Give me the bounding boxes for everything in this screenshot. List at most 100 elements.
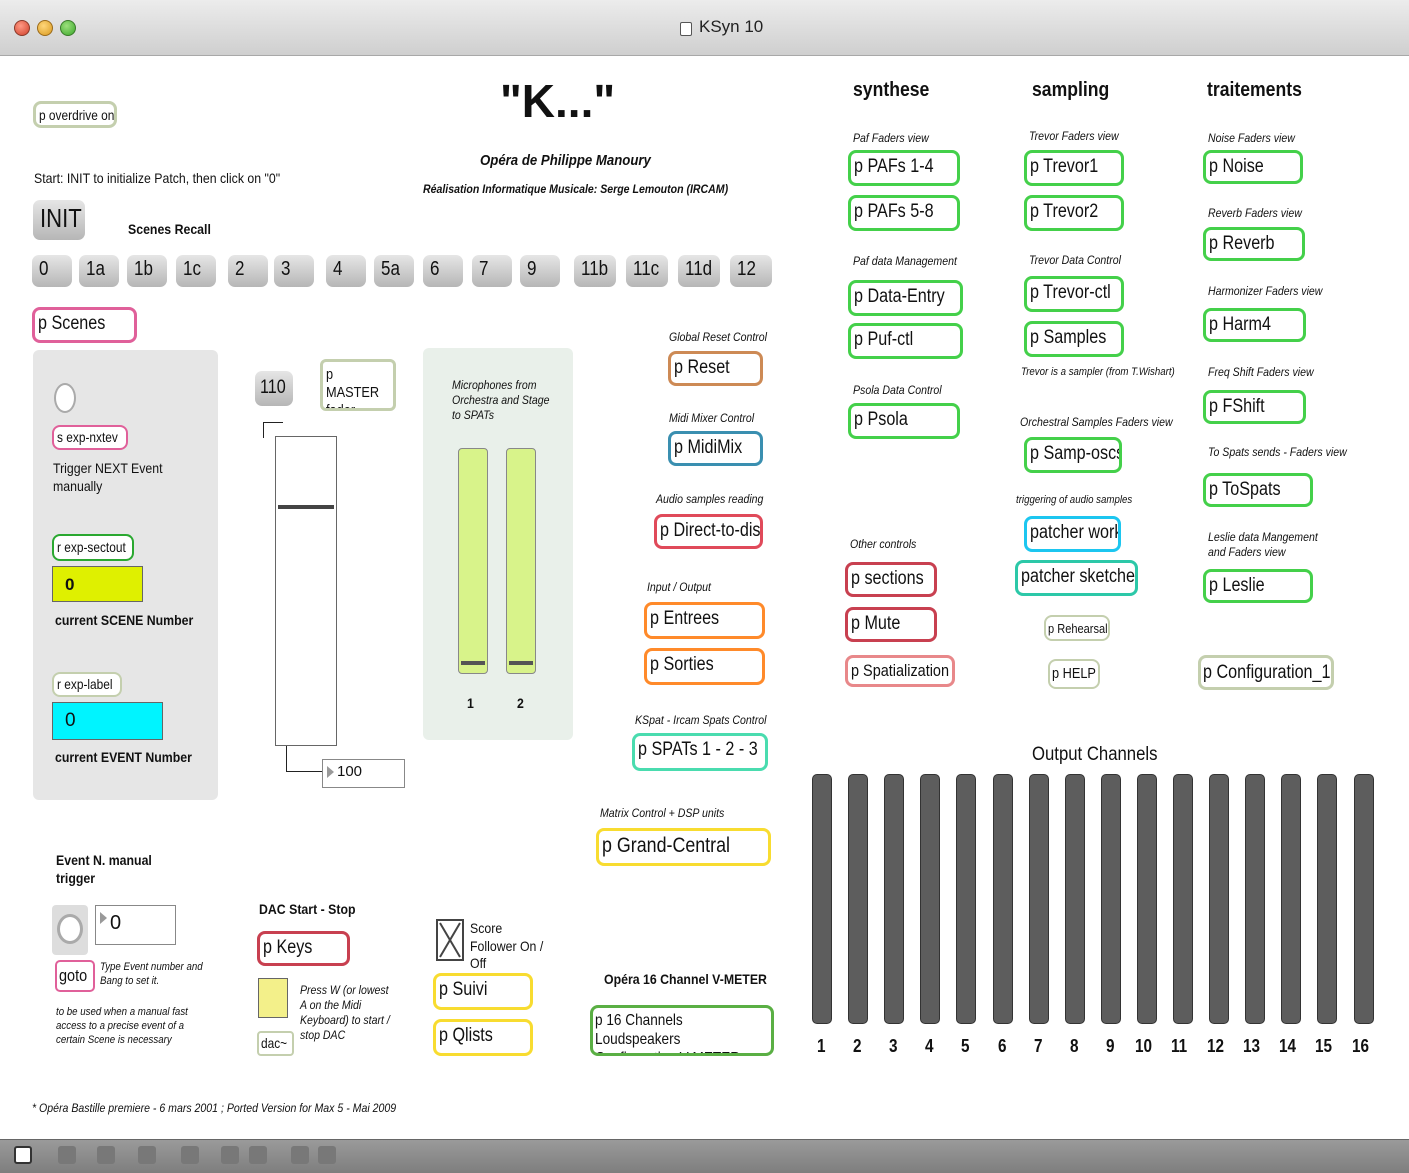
master-value-message[interactable]: 110 xyxy=(255,371,293,406)
scene-recall-label: 4 xyxy=(333,258,343,280)
init-button[interactable]: INIT xyxy=(33,200,85,240)
mic-2-level-slider[interactable] xyxy=(506,448,536,674)
p-rehearsal-button[interactable]: p Rehearsal xyxy=(1044,615,1110,641)
p-mute-button[interactable]: p Mute xyxy=(845,607,937,642)
p-suivi-button[interactable]: p Suivi xyxy=(433,973,533,1010)
p-psola-button[interactable]: p Psola xyxy=(848,403,960,439)
p-trevor-ctl-button[interactable]: p Trevor-ctl xyxy=(1024,276,1124,312)
output-channel-meter-3[interactable] xyxy=(884,774,905,1024)
p-help-button[interactable]: p HELP xyxy=(1048,659,1100,689)
patcher-sketches-button[interactable]: patcher sketches xyxy=(1015,560,1138,596)
p-trevor1-button[interactable]: p Trevor1 xyxy=(1024,150,1124,186)
palette-icon[interactable] xyxy=(291,1146,309,1164)
p-direct-to-disk-button[interactable]: p Direct-to-disk xyxy=(654,514,763,549)
p-keys-button[interactable]: p Keys xyxy=(257,931,350,966)
p-grand-central-button[interactable]: p Grand-Central xyxy=(596,828,771,866)
p-puf-ctl-button[interactable]: p Puf-ctl xyxy=(848,323,963,359)
p-vmeter-button[interactable]: p 16 Channels Loudspeakers Configuration… xyxy=(590,1005,774,1056)
scene-recall-label: 11b xyxy=(581,258,609,280)
scene-recall-button-4[interactable]: 4 xyxy=(326,255,366,287)
output-channel-meter-2[interactable] xyxy=(848,774,869,1024)
paf-faders-caption: Paf Faders view xyxy=(853,131,929,145)
output-channel-meter-6[interactable] xyxy=(992,774,1013,1024)
scene-recall-button-11c[interactable]: 11c xyxy=(626,255,668,287)
output-channel-meter-1[interactable] xyxy=(812,774,832,1024)
output-channel-meter-11[interactable] xyxy=(1173,774,1193,1024)
p-data-entry-button[interactable]: p Data-Entry xyxy=(848,280,963,316)
close-window-button[interactable] xyxy=(14,20,30,36)
dac-toggle[interactable] xyxy=(258,978,288,1018)
p-overdrive-button[interactable]: p overdrive on xyxy=(33,101,117,128)
plus-icon[interactable] xyxy=(58,1146,76,1164)
p-midimix-button[interactable]: p MidiMix xyxy=(668,431,763,466)
p-pafs-1-4-button[interactable]: p PAFs 1-4 xyxy=(848,150,960,186)
master-fader-number-box[interactable]: 100 xyxy=(322,759,405,788)
p-samp-oscs-button[interactable]: p Samp-oscs xyxy=(1024,437,1122,473)
p-spats-button[interactable]: p SPATs 1 - 2 - 3 xyxy=(632,733,768,771)
master-fader-thumb[interactable] xyxy=(278,505,334,509)
scene-recall-button-11d[interactable]: 11d xyxy=(678,255,720,287)
scene-recall-button-2[interactable]: 2 xyxy=(228,255,268,287)
p-leslie-button[interactable]: p Leslie xyxy=(1203,569,1313,603)
p-reverb-button[interactable]: p Reverb xyxy=(1203,227,1305,261)
output-channel-meter-12[interactable] xyxy=(1209,774,1230,1024)
p-harm4-button[interactable]: p Harm4 xyxy=(1203,308,1306,342)
scene-recall-button-3[interactable]: 3 xyxy=(274,255,314,287)
output-channel-meter-15[interactable] xyxy=(1317,774,1338,1024)
current-scene-number-box[interactable]: 0 xyxy=(52,566,143,602)
scene-recall-button-12[interactable]: 12 xyxy=(730,255,772,287)
scene-recall-button-1a[interactable]: 1a xyxy=(79,255,119,287)
output-channel-meter-5[interactable] xyxy=(956,774,977,1024)
p-reset-button[interactable]: p Reset xyxy=(668,351,763,386)
master-fader-slider[interactable] xyxy=(275,436,337,746)
scene-recall-button-0[interactable]: 0 xyxy=(32,255,72,287)
p-entrees-button[interactable]: p Entrees xyxy=(644,602,765,639)
p-configuration-16-button[interactable]: p Configuration_16 xyxy=(1198,655,1334,690)
scene-recall-button-6[interactable]: 6 xyxy=(423,255,463,287)
output-channel-meter-9[interactable] xyxy=(1100,774,1121,1024)
p-sections-button[interactable]: p sections xyxy=(845,562,937,597)
scene-recall-button-9[interactable]: 9 xyxy=(520,255,560,287)
p-sorties-button[interactable]: p Sorties xyxy=(644,648,765,685)
p-scenes-button[interactable]: p Scenes xyxy=(32,307,137,343)
lock-icon[interactable] xyxy=(14,1146,32,1164)
zoom-window-button[interactable] xyxy=(60,20,76,36)
minimize-window-button[interactable] xyxy=(37,20,53,36)
patcher-work-button[interactable]: patcher work xyxy=(1024,516,1121,552)
p-tospats-button[interactable]: p ToSpats xyxy=(1203,473,1313,507)
output-channel-meter-8[interactable] xyxy=(1064,774,1085,1024)
p-spatialization-button[interactable]: p Spatialization xyxy=(845,655,955,687)
p-noise-button[interactable]: p Noise xyxy=(1203,150,1303,184)
footer-note: * Opéra Bastille premiere - 6 mars 2001 … xyxy=(32,1101,397,1115)
output-channel-meter-16[interactable] xyxy=(1353,774,1374,1024)
scene-recall-button-1c[interactable]: 1c xyxy=(176,255,216,287)
p-samples-button[interactable]: p Samples xyxy=(1024,321,1124,357)
mic-1-level-slider[interactable] xyxy=(458,448,488,674)
p-pafs-5-8-button[interactable]: p PAFs 5-8 xyxy=(848,195,960,231)
p-qlists-button[interactable]: p Qlists xyxy=(433,1019,533,1056)
scene-recall-button-5a[interactable]: 5a xyxy=(374,255,414,287)
output-channel-meter-4[interactable] xyxy=(920,774,941,1024)
scene-recall-button-7[interactable]: 7 xyxy=(472,255,512,287)
score-follower-toggle[interactable] xyxy=(436,919,464,961)
window-icon[interactable] xyxy=(249,1146,267,1164)
scene-recall-button-1b[interactable]: 1b xyxy=(127,255,167,287)
edit-icon[interactable] xyxy=(138,1146,156,1164)
event-bang-button[interactable] xyxy=(57,914,83,944)
p-trevor2-button[interactable]: p Trevor2 xyxy=(1024,195,1124,231)
p-master-fader-button[interactable]: p MASTER fader xyxy=(320,359,396,411)
output-channel-meter-13[interactable] xyxy=(1245,774,1266,1024)
goto-button[interactable]: goto xyxy=(55,960,95,992)
info-icon[interactable] xyxy=(181,1146,199,1164)
next-event-bang-button[interactable] xyxy=(54,383,76,413)
current-event-number-box[interactable]: 0 xyxy=(52,702,163,740)
move-icon[interactable] xyxy=(97,1146,115,1164)
p-fshift-button[interactable]: p FShift xyxy=(1203,390,1306,424)
scene-recall-button-11b[interactable]: 11b xyxy=(574,255,616,287)
grid-icon[interactable] xyxy=(221,1146,239,1164)
settings-icon[interactable] xyxy=(318,1146,336,1164)
output-channel-meter-7[interactable] xyxy=(1028,774,1049,1024)
output-channel-meter-14[interactable] xyxy=(1281,774,1302,1024)
event-number-box[interactable]: 0 xyxy=(95,905,176,945)
output-channel-meter-10[interactable] xyxy=(1136,774,1157,1024)
